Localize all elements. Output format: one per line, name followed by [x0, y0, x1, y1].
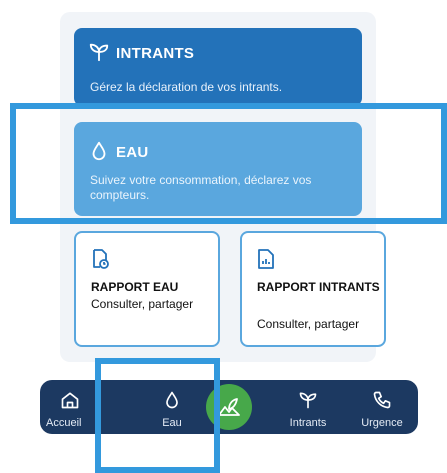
nav-item-urgence[interactable]: Urgence: [352, 380, 412, 434]
rapport-eau-title: RAPPORT EAU: [91, 280, 179, 294]
center-home-button[interactable]: [206, 384, 252, 430]
intrants-card[interactable]: INTRANTS Gérez la déclaration de vos int…: [74, 28, 362, 106]
field-leaf-icon: [218, 398, 240, 416]
document-chart-icon: [257, 249, 275, 269]
water-drop-icon: [162, 390, 182, 410]
document-clock-icon: [91, 249, 109, 269]
nav-label-urgence: Urgence: [361, 417, 403, 429]
eau-card[interactable]: EAU Suivez votre consommation, déclarez …: [74, 122, 362, 216]
rapport-eau-card[interactable]: RAPPORT EAU Consulter, partager: [74, 231, 220, 347]
intrants-card-subtitle: Gérez la déclaration de vos intrants.: [90, 80, 283, 94]
water-drop-icon: [88, 140, 110, 162]
nav-item-accueil[interactable]: Accueil: [40, 380, 100, 434]
eau-card-subtitle: Suivez votre consommation, déclarez vos …: [90, 173, 312, 202]
nav-label-accueil: Accueil: [46, 417, 82, 429]
eau-card-title: EAU: [116, 144, 149, 161]
intrants-card-title: INTRANTS: [116, 45, 195, 62]
rapport-eau-subtitle: Consulter, partager: [91, 297, 194, 311]
nav-label-eau: Eau: [162, 417, 182, 429]
phone-icon: [372, 390, 392, 410]
nav-item-intrants[interactable]: Intrants: [278, 380, 338, 434]
home-icon: [60, 390, 80, 410]
rapport-intrants-title: RAPPORT INTRANTS: [257, 280, 380, 294]
rapport-intrants-subtitle: Consulter, partager: [257, 317, 360, 331]
seedling-icon: [298, 390, 318, 410]
nav-label-intrants: Intrants: [289, 417, 327, 429]
rapport-intrants-card[interactable]: RAPPORT INTRANTS Consulter, partager: [240, 231, 386, 347]
seedling-icon: [88, 41, 110, 63]
nav-item-eau[interactable]: Eau: [150, 380, 194, 434]
